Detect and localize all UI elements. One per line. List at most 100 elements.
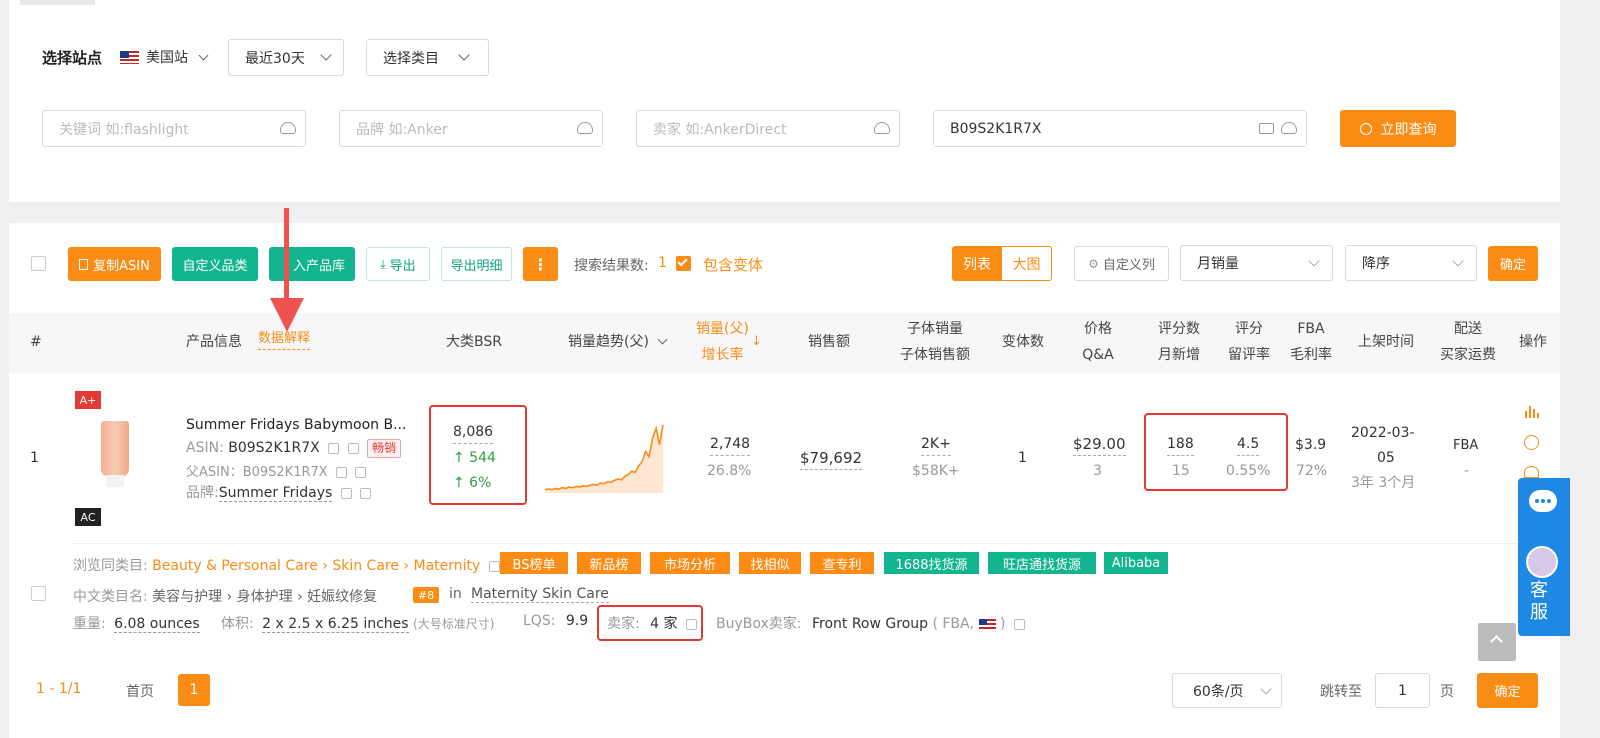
- col-rating[interactable]: 评分 留评率: [1227, 316, 1271, 368]
- scroll-to-top-button[interactable]: [1478, 623, 1516, 661]
- view-grid-button[interactable]: 大图: [1001, 246, 1052, 281]
- jump-page-input[interactable]: 1: [1375, 673, 1430, 708]
- copy-asin-button[interactable]: 复制ASIN: [68, 247, 161, 281]
- copy-icon[interactable]: [328, 442, 340, 454]
- find-similar-tag[interactable]: 找相似: [739, 552, 801, 574]
- us-flag-icon: [120, 50, 139, 64]
- customer-service-widget[interactable]: 客服: [1518, 478, 1570, 636]
- first-page-link[interactable]: 首页: [126, 681, 154, 701]
- category-link-1[interactable]: Beauty & Personal Care: [152, 558, 318, 574]
- col-child-sales[interactable]: 子体销量 子体销售额: [900, 316, 970, 368]
- external-link-icon[interactable]: [355, 467, 366, 478]
- chevron-down-icon: [657, 334, 668, 345]
- bsr-value[interactable]: 8,086: [453, 421, 494, 444]
- row-divider: [72, 543, 1560, 544]
- upload-cloud-icon[interactable]: [577, 122, 593, 134]
- child-sales-value[interactable]: 2K+: [921, 433, 951, 456]
- rating-value[interactable]: 4.5: [1237, 433, 1260, 456]
- col-trend[interactable]: 销量趋势(父): [568, 329, 668, 355]
- fba-fee-value: $3.9: [1295, 437, 1327, 453]
- col-revenue[interactable]: 销售额: [808, 329, 850, 355]
- asin-value[interactable]: B09S2K1R7X: [228, 440, 320, 456]
- sales-value[interactable]: 2,748: [710, 433, 751, 456]
- category-link-3[interactable]: Maternity: [413, 558, 480, 574]
- col-bsr[interactable]: 大类BSR: [446, 329, 502, 355]
- brand-input[interactable]: 品牌 如:Anker: [339, 110, 603, 147]
- data-explain-link[interactable]: 数据解释: [258, 329, 311, 350]
- seller-count-line[interactable]: 卖家: 4 家: [607, 613, 697, 633]
- patent-check-tag[interactable]: 查专利: [810, 552, 874, 574]
- col-reviews[interactable]: 评分数 月新增: [1158, 316, 1200, 368]
- jump-confirm-button[interactable]: 确定: [1477, 673, 1538, 708]
- col-fba[interactable]: FBA 毛利率: [1289, 316, 1333, 368]
- external-link-icon[interactable]: [685, 618, 697, 630]
- more-menu-button[interactable]: ⋮: [523, 247, 558, 281]
- gear-icon: ⚙: [1088, 256, 1099, 271]
- result-count-label: 搜索结果数:: [574, 258, 649, 274]
- col-shipping[interactable]: 配送 买家运费: [1440, 316, 1496, 368]
- price-value[interactable]: $29.00: [1073, 433, 1126, 456]
- date-range-select[interactable]: 最近30天: [228, 39, 344, 76]
- include-variants-checkbox[interactable]: [676, 256, 691, 271]
- upload-cloud-icon[interactable]: [874, 122, 890, 134]
- product-title[interactable]: Summer Fridays Babymoon B...: [186, 417, 406, 433]
- copy-icon[interactable]: [340, 487, 352, 499]
- view-list-button[interactable]: 列表: [952, 246, 1002, 281]
- sort-order-select[interactable]: 降序: [1345, 245, 1477, 281]
- page-1-button[interactable]: 1: [178, 674, 210, 706]
- upload-cloud-icon[interactable]: [1281, 122, 1297, 134]
- shipping-fee: -: [1464, 463, 1470, 479]
- review-count-value[interactable]: 188: [1167, 433, 1194, 456]
- export-detail-button[interactable]: 导出明细: [441, 247, 512, 281]
- camera-icon[interactable]: [1259, 123, 1274, 134]
- brand-line: 品牌:Summer Fridays: [186, 482, 372, 502]
- parent-asin-value[interactable]: B09S2K1R7X: [243, 465, 328, 480]
- tool-icon[interactable]: [1524, 466, 1539, 478]
- sales-trend-chart[interactable]: [544, 423, 664, 495]
- external-link-icon[interactable]: [488, 560, 500, 572]
- bsr-change-pct: ↑ 6%: [453, 475, 492, 491]
- brand-link[interactable]: Summer Fridays: [218, 485, 333, 502]
- col-launch[interactable]: 上架时间: [1358, 329, 1414, 355]
- search-button[interactable]: 立即查询: [1340, 110, 1456, 147]
- bar-chart-icon[interactable]: [1525, 404, 1539, 418]
- export-button[interactable]: ⤓ 导出: [366, 247, 430, 281]
- category-link-2[interactable]: Skin Care: [332, 558, 399, 574]
- revenue-value[interactable]: $79,692: [800, 447, 863, 470]
- external-link-icon[interactable]: [347, 442, 359, 454]
- select-all-checkbox[interactable]: [31, 256, 46, 271]
- site-select[interactable]: 美国站: [120, 47, 209, 67]
- customer-service-label: 客服: [1530, 580, 1548, 623]
- category-select[interactable]: 选择类目: [366, 39, 489, 76]
- col-sales[interactable]: 销量(父) 增长率: [696, 316, 749, 368]
- upload-cloud-icon[interactable]: [280, 122, 296, 134]
- launch-age: 3年 3个月: [1351, 475, 1416, 491]
- monitor-icon[interactable]: [1524, 435, 1539, 450]
- lqs-line: LQS: 9.9: [523, 613, 589, 629]
- custom-category-button[interactable]: 自定义品类: [172, 247, 258, 281]
- external-link-icon[interactable]: [1013, 618, 1025, 630]
- seller-input[interactable]: 卖家 如:AnkerDirect: [636, 110, 900, 147]
- sort-confirm-button[interactable]: 确定: [1488, 246, 1538, 281]
- rank-category-link[interactable]: Maternity Skin Care: [471, 586, 609, 603]
- col-variants[interactable]: 变体数: [1002, 329, 1044, 355]
- buybox-seller[interactable]: Front Row Group: [812, 616, 928, 632]
- bs-ranking-tag[interactable]: BS榜单: [500, 552, 568, 574]
- sort-field-select[interactable]: 月销量: [1180, 245, 1333, 281]
- external-link-icon[interactable]: [360, 487, 372, 499]
- custom-columns-button[interactable]: ⚙ 自定义列: [1074, 246, 1169, 281]
- source-1688-tag[interactable]: 1688找货源: [884, 552, 979, 574]
- per-page-select[interactable]: 60条/页: [1172, 673, 1282, 708]
- col-price[interactable]: 价格 Q&A: [1082, 316, 1114, 368]
- copy-icon[interactable]: [335, 467, 347, 478]
- market-analysis-tag[interactable]: 市场分析: [650, 552, 730, 574]
- wangdian-source-tag[interactable]: 旺店通找货源: [988, 552, 1096, 574]
- keyword-input[interactable]: 关键词 如:flashlight: [42, 110, 306, 147]
- add-to-library-button[interactable]: 入产品库: [269, 247, 355, 281]
- alibaba-tag[interactable]: Alibaba: [1104, 552, 1168, 574]
- new-release-tag[interactable]: 新品榜: [577, 552, 641, 574]
- date-range-value: 最近30天: [245, 50, 305, 67]
- product-image[interactable]: [97, 421, 133, 489]
- row-checkbox[interactable]: [31, 586, 46, 601]
- asin-input[interactable]: B09S2K1R7X: [933, 110, 1307, 147]
